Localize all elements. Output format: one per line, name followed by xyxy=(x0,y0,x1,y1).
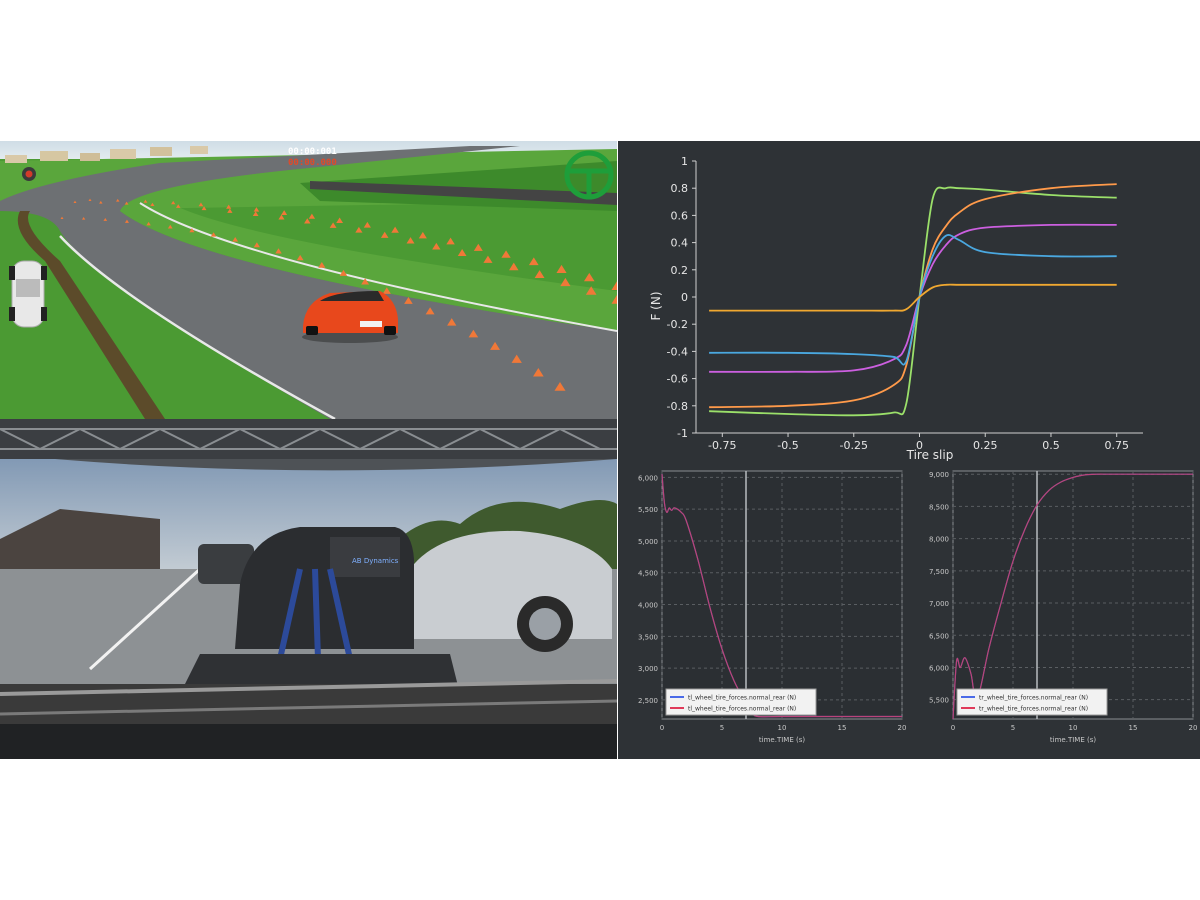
x-tick-label: 0 xyxy=(660,724,664,732)
y-tick-label: 0.4 xyxy=(671,237,689,250)
x-axis-label: Tire slip xyxy=(906,448,954,461)
legend-label: tr_wheel_tire_forces.normal_rear (N) xyxy=(979,706,1088,713)
y-tick-label: 3,500 xyxy=(638,633,658,641)
y-tick-label: -0.6 xyxy=(667,373,688,386)
x-tick-label: -0.75 xyxy=(708,439,736,452)
left-rear-force-plot: 6,000 5,500 5,000 4,500 4,000 3,500 3,000 2,500… xyxy=(638,470,907,744)
y-tick-label: 7,000 xyxy=(929,600,949,608)
x-tick-label: 15 xyxy=(1129,724,1138,732)
x-tick-label: 10 xyxy=(1069,724,1078,732)
x-tick-label: 15 xyxy=(838,724,847,732)
x-axis-label: time.TIME (s) xyxy=(1050,736,1096,744)
y-tick-label: 6,000 xyxy=(929,664,949,672)
driving-simulator-view: 00:00:001 00:00.000 xyxy=(0,141,617,419)
y-tick-label: 9,000 xyxy=(929,471,949,479)
rig-photo-scene: AB Dynamics xyxy=(0,419,617,759)
series-line-4 xyxy=(709,234,1117,366)
y-tick-label: 0 xyxy=(681,291,688,304)
legend-label: tl_wheel_tire_forces.normal_rear (N) xyxy=(688,706,796,713)
tire-force-chart: 1 0.8 0.6 0.4 0.2 0 -0.2 -0.4 -0.6 -0.8 -1 -0.75 -0.… xyxy=(618,141,1200,461)
y-tick-label: 5,500 xyxy=(638,506,658,514)
x-tick-label: 0.5 xyxy=(1042,439,1060,452)
legend: tl_wheel_tire_forces.normal_rear (N) tl_w… xyxy=(665,688,817,716)
y-axis-label: F (N) xyxy=(649,291,663,320)
y-tick-label: 8,500 xyxy=(929,503,949,511)
y-tick-label: -1 xyxy=(677,427,688,440)
y-tick-label: -0.2 xyxy=(667,318,688,331)
right-rear-force-plot: 9,000 8,500 8,000 7,500 7,000 6,500 6,000 5,500… xyxy=(929,470,1198,744)
legend-label: tr_wheel_tire_forces.normal_rear (N) xyxy=(979,695,1088,702)
series-line-1 xyxy=(709,186,1117,417)
left-rear-force-chart: 6,000 5,500 5,000 4,500 4,000 3,500 3,000 2,500… xyxy=(618,461,909,759)
right-rear-force-chart: 9,000 8,500 8,000 7,500 7,000 6,500 6,000 5,500… xyxy=(909,461,1200,759)
x-tick-label: 20 xyxy=(898,724,907,732)
left-rear-force-svg: 6,000 5,500 5,000 4,500 4,000 3,500 3,000 2,500… xyxy=(638,470,907,744)
x-tick-label: 5 xyxy=(1011,724,1015,732)
x-tick-label: -0.5 xyxy=(777,439,798,452)
x-tick-label: -0.25 xyxy=(840,439,868,452)
simulator-rig-photo: AB Dynamics xyxy=(0,419,617,759)
x-tick-label: 10 xyxy=(778,724,787,732)
rig-sign: AB Dynamics xyxy=(352,557,399,565)
y-tick-label: 8,000 xyxy=(929,536,949,544)
x-tick-label: 5 xyxy=(720,724,724,732)
y-tick-label: 4,500 xyxy=(638,570,658,578)
y-tick-label: 6,000 xyxy=(638,474,658,482)
y-tick-label: 0.8 xyxy=(671,182,689,195)
y-tick-label: 4,000 xyxy=(638,602,658,610)
tire-force-plot: 1 0.8 0.6 0.4 0.2 0 -0.2 -0.4 -0.6 -0.8 -1 -0.75 -0.… xyxy=(667,155,1143,452)
y-tick-label: 1 xyxy=(681,155,688,168)
timer-secondary: 00:00.000 xyxy=(288,158,337,168)
floor xyxy=(0,724,617,759)
y-tick-label: 2,500 xyxy=(638,697,658,705)
tire-force-svg: 1 0.8 0.6 0.4 0.2 0 -0.2 -0.4 -0.6 -0.8 -1 -0.75 -0.… xyxy=(649,155,1143,461)
legend-label: tl_wheel_tire_forces.normal_rear (N) xyxy=(688,695,796,702)
timer-primary: 00:00:001 xyxy=(288,147,337,157)
projected-silver-car xyxy=(410,530,612,652)
y-tick-label: 0.2 xyxy=(671,264,689,277)
y-tick-label: -0.4 xyxy=(667,345,688,358)
y-tick-label: 0.6 xyxy=(671,209,689,222)
x-axis-label: time.TIME (s) xyxy=(759,736,805,744)
x-tick-label: 0.75 xyxy=(1104,439,1129,452)
series-line-2 xyxy=(709,183,1117,409)
simulator-scene xyxy=(0,141,617,419)
y-tick-label: 6,500 xyxy=(929,632,949,640)
y-tick-label: 5,500 xyxy=(929,697,949,705)
legend: tr_wheel_tire_forces.normal_rear (N) tr_w… xyxy=(956,688,1108,716)
right-rear-force-svg: 9,000 8,500 8,000 7,500 7,000 6,500 6,000 5,500… xyxy=(929,470,1198,744)
ceiling-truss xyxy=(0,419,617,459)
record-icon xyxy=(22,167,36,181)
y-tick-label: 5,000 xyxy=(638,538,658,546)
x-tick-label: 0.25 xyxy=(973,439,998,452)
car-topview-icon xyxy=(9,260,47,328)
y-tick-label: 3,000 xyxy=(638,665,658,673)
x-tick-label: 20 xyxy=(1189,724,1198,732)
y-tick-label: 7,500 xyxy=(929,568,949,576)
series-line-5 xyxy=(709,283,1117,312)
y-tick-label: -0.8 xyxy=(667,400,688,413)
x-tick-label: 0 xyxy=(951,724,955,732)
